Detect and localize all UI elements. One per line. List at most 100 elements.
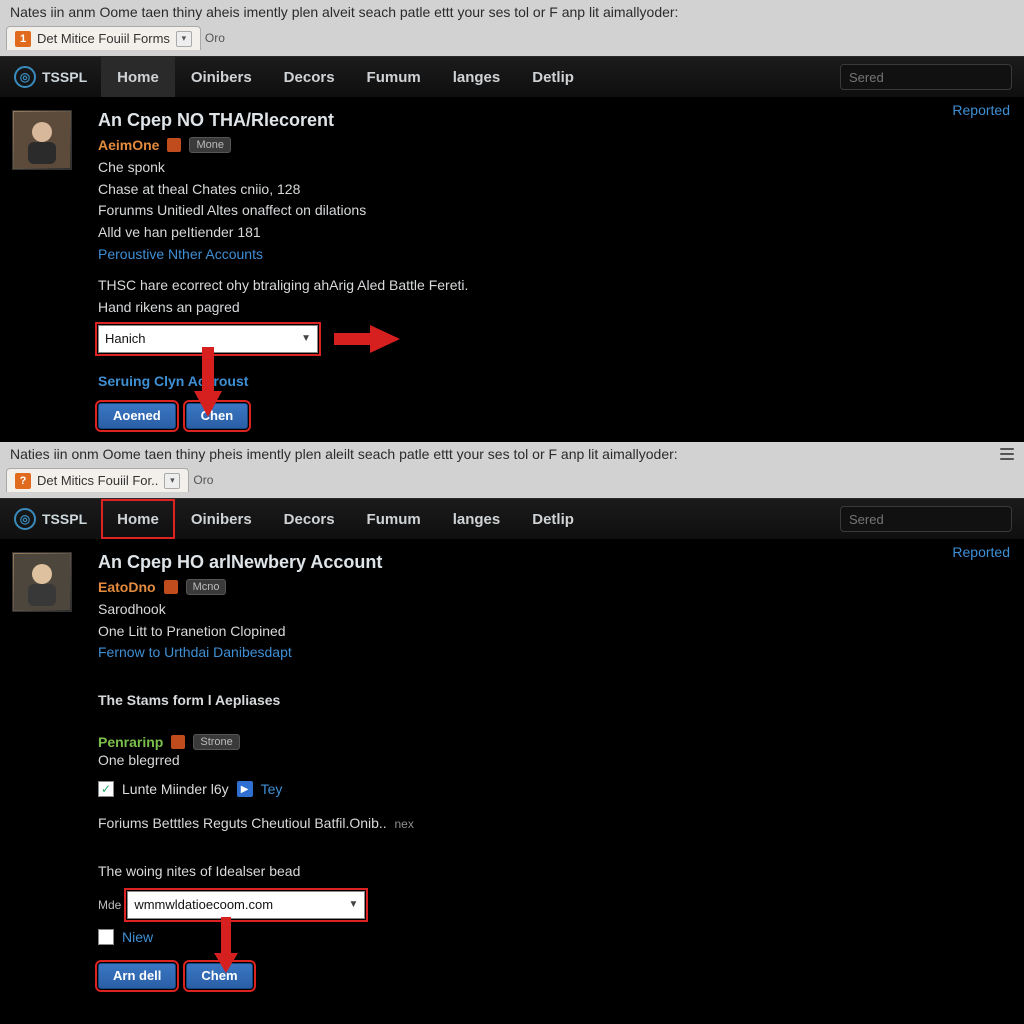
site-nav-top: ◎ TSSPL Home Oinibers Decors Fumum lange…: [0, 56, 1024, 98]
nav-fumum[interactable]: Fumum: [351, 57, 437, 97]
username[interactable]: EatoDno: [98, 579, 156, 595]
nav-label: langes: [453, 511, 501, 528]
user-badge: Mone: [189, 137, 231, 153]
post-line: Alld ve han peItiender 181: [98, 222, 1014, 244]
checkbox-row-1: ✓ Lunte Miinder l6y ▶ Tey: [98, 781, 1014, 797]
post-body-line: THSC hare ecorrect ohy btraliging ahArig…: [98, 275, 1014, 297]
nav-oinibers[interactable]: Oinibers: [175, 499, 268, 539]
browser-info-text: Nates iin anm Oome taen thiny aheis imen…: [10, 4, 678, 20]
post-line: One Litt to Pranetion Clopined: [98, 621, 1014, 643]
nav-langes[interactable]: langes: [437, 57, 517, 97]
nav-label: Fumum: [367, 511, 421, 528]
tab-favicon-icon: ?: [15, 473, 31, 489]
username[interactable]: AeimOne: [98, 137, 159, 153]
post-line: Chase at theal Chates cniio, 128: [98, 179, 1014, 201]
post-line: One blegrred: [98, 750, 1014, 772]
nav-decors[interactable]: Decors: [268, 57, 351, 97]
nav-label: langes: [453, 69, 501, 86]
serving-link[interactable]: Seruing Clyn Accroust: [98, 373, 248, 389]
user-rank-icon: [164, 580, 178, 594]
nav-fumum[interactable]: Fumum: [351, 499, 437, 539]
brand[interactable]: ◎ TSSPL: [0, 508, 101, 530]
browser-tab-strip-bottom: ? Det Mitics Fouiil For.. ▾ Oro: [0, 468, 1024, 498]
fernow-link[interactable]: Fernow to Urthdai Danibesdapt: [98, 644, 292, 660]
checkbox[interactable]: ✓: [98, 781, 114, 797]
reported-link[interactable]: Reported: [952, 102, 1010, 118]
primary-button[interactable]: Arn dell: [98, 963, 176, 989]
search-wrap: [840, 506, 1024, 532]
post-row: An Cpep HO arlNewbery Account EatoDno Mc…: [12, 552, 1014, 989]
post-body: An Cpep NO THA/Rlecorent AeimOne Mone Ch…: [98, 110, 1014, 429]
checkbox[interactable]: [98, 929, 114, 945]
nav-detlip[interactable]: Detlip: [516, 499, 590, 539]
nav-label: Detlip: [532, 69, 574, 86]
arrow-down-icon: [214, 917, 238, 973]
tey-link[interactable]: Tey: [261, 781, 283, 797]
combo-value: wmmwldatioecoom.com: [134, 897, 273, 912]
search-input[interactable]: [841, 512, 1024, 527]
browser-tab[interactable]: ? Det Mitics Fouiil For.. ▾: [6, 468, 189, 492]
arrow-down-icon: [194, 347, 222, 417]
nav-langes[interactable]: langes: [437, 499, 517, 539]
sub-username[interactable]: Penrarinp: [98, 734, 163, 750]
post-content-bottom: Reported An Cpep HO arlNewbery Account E…: [0, 540, 1024, 999]
byline: EatoDno Mcno: [98, 579, 1014, 595]
tab-title: Det Mitice Fouiil Forms: [37, 31, 170, 46]
forum-line-suffix: nex: [394, 817, 413, 831]
thread-title: An Cpep NO THA/Rlecorent: [98, 110, 1014, 131]
brand[interactable]: ◎ TSSPL: [0, 66, 101, 88]
browser-tab[interactable]: 1 Det Mitice Fouiil Forms ▾: [6, 26, 201, 50]
forum-line: Foriums Betttles Reguts Cheutioul Batfil…: [98, 813, 1014, 835]
nav-home[interactable]: Home: [101, 57, 175, 97]
search-input[interactable]: [841, 70, 1024, 85]
hamburger-icon[interactable]: [1000, 448, 1014, 460]
reported-link[interactable]: Reported: [952, 544, 1010, 560]
primary-button[interactable]: Aoened: [98, 403, 176, 429]
input-note: The woing nites of Idealser bead: [98, 861, 1014, 883]
browser-tab-strip-top: 1 Det Mitice Fouiil Forms ▾ Oro: [0, 26, 1024, 56]
avatar[interactable]: [12, 552, 72, 612]
chevron-down-icon: ▼: [348, 899, 358, 910]
nav-decors[interactable]: Decors: [268, 499, 351, 539]
tab-drop-icon[interactable]: ▾: [176, 31, 192, 47]
nav-label: Detlip: [532, 511, 574, 528]
nav-oinibers[interactable]: Oinibers: [175, 57, 268, 97]
post-body: An Cpep HO arlNewbery Account EatoDno Mc…: [98, 552, 1014, 989]
avatar-col: [12, 110, 88, 429]
post-body-line: Hand rikens an pagred: [98, 297, 1014, 319]
post-line: Forunms Unitiedl Altes onaffect on dilat…: [98, 200, 1014, 222]
post-content-top: Reported An Cpep NO THA/Rlecorent AeimOn…: [0, 98, 1024, 439]
avatar[interactable]: [12, 110, 72, 170]
niew-link[interactable]: Niew: [122, 929, 153, 945]
accounts-link[interactable]: Peroustive Nther Accounts: [98, 246, 263, 262]
browser-info-bar-bottom: Naties iin onm Oome taen thiny pheis ime…: [0, 442, 1024, 468]
user-rank-icon: [167, 138, 181, 152]
button-row: Aoened Chen: [98, 403, 1014, 429]
nav-home[interactable]: Home: [101, 499, 175, 539]
user-badge: Strone: [193, 734, 239, 750]
info-icon[interactable]: ▶: [237, 781, 253, 797]
post-line: Sarodhook: [98, 599, 1014, 621]
browser-info-text: Naties iin onm Oome taen thiny pheis ime…: [10, 446, 678, 462]
nav-label: Oinibers: [191, 69, 252, 86]
site-nav-bottom: ◎ TSSPL Home Oinibers Decors Fumum lange…: [0, 498, 1024, 540]
tab-favicon-icon: 1: [15, 31, 31, 47]
btn-label: Aoened: [113, 408, 161, 423]
search-wrap: [840, 64, 1024, 90]
search-box[interactable]: [840, 64, 1012, 90]
section-title: The Stams form l Aepliases: [98, 690, 1014, 712]
arrow-right-icon: [334, 325, 400, 353]
btn-label: Arn dell: [113, 968, 161, 983]
nav-detlip[interactable]: Detlip: [516, 57, 590, 97]
thread-title: An Cpep HO arlNewbery Account: [98, 552, 1014, 573]
combo-value: Hanich: [105, 331, 145, 346]
forum-line-text: Foriums Betttles Reguts Cheutioul Batfil…: [98, 815, 387, 831]
nav-items: Home Oinibers Decors Fumum langes Detlip: [101, 57, 590, 97]
combo-domain[interactable]: wmmwldatioecoom.com ▼: [127, 891, 365, 919]
tab-drop-icon[interactable]: ▾: [164, 473, 180, 489]
nav-items: Home Oinibers Decors Fumum langes Detlip: [101, 499, 590, 539]
nav-label: Home: [117, 69, 159, 86]
sub-byline: Penrarinp Strone: [98, 734, 1014, 750]
panel-top: Nates iin anm Oome taen thiny aheis imen…: [0, 0, 1024, 442]
search-box[interactable]: [840, 506, 1012, 532]
